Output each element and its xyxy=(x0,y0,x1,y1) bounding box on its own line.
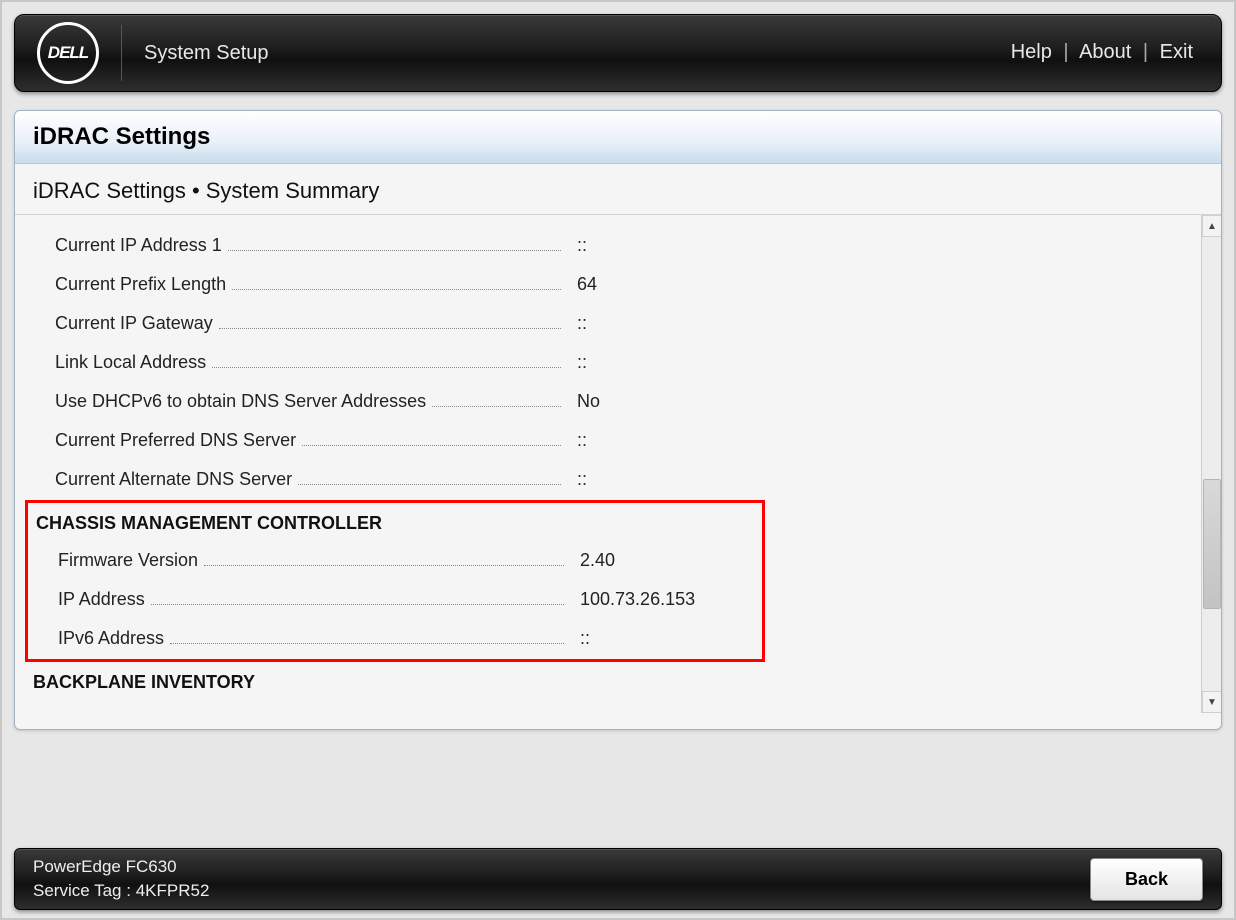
leader-icon xyxy=(232,272,561,290)
service-tag: Service Tag : 4KFPR52 xyxy=(33,879,209,903)
settings-list: Current IP Address 1 :: Current Prefix L… xyxy=(15,215,1201,713)
setting-value: :: xyxy=(567,313,1195,334)
app-root: DELL System Setup Help | About | Exit iD… xyxy=(0,0,1236,920)
vertical-scrollbar[interactable]: ▲ ▼ xyxy=(1201,215,1221,713)
setting-value: :: xyxy=(567,235,1195,256)
leader-icon xyxy=(432,389,561,407)
content-wrap: Current IP Address 1 :: Current Prefix L… xyxy=(15,215,1221,713)
setting-row: Current Preferred DNS Server :: xyxy=(25,420,1195,459)
model-name: PowerEdge FC630 xyxy=(33,855,209,879)
top-links: Help | About | Exit xyxy=(1011,41,1193,64)
footer-bar: PowerEdge FC630 Service Tag : 4KFPR52 Ba… xyxy=(14,848,1222,910)
setting-row: Firmware Version 2.40 xyxy=(28,540,762,579)
leader-icon xyxy=(212,350,561,368)
setting-value: :: xyxy=(567,469,1195,490)
setting-row: Current IP Gateway :: xyxy=(25,303,1195,342)
topbar-divider xyxy=(121,25,122,81)
setting-value: 64 xyxy=(567,274,1195,295)
setting-row: Current IP Address 1 :: xyxy=(25,225,1195,264)
setting-row: Current Prefix Length 64 xyxy=(25,264,1195,303)
page-title: iDRAC Settings xyxy=(15,111,1221,164)
setting-label: IPv6 Address xyxy=(58,628,164,649)
app-title: System Setup xyxy=(144,42,269,65)
back-button[interactable]: Back xyxy=(1090,858,1203,901)
setting-label: Link Local Address xyxy=(55,352,206,373)
scrollbar-thumb[interactable] xyxy=(1203,479,1221,609)
setting-label: IP Address xyxy=(58,589,145,610)
setting-row: Use DHCPv6 to obtain DNS Server Addresse… xyxy=(25,381,1195,420)
leader-icon xyxy=(170,626,564,644)
dell-logo-icon: DELL xyxy=(37,22,99,84)
setting-row: IP Address 100.73.26.153 xyxy=(28,579,762,618)
setting-row: Link Local Address :: xyxy=(25,342,1195,381)
about-link[interactable]: About xyxy=(1079,41,1131,63)
setting-label: Current Alternate DNS Server xyxy=(55,469,292,490)
setting-value: 100.73.26.153 xyxy=(570,589,762,610)
setting-value: No xyxy=(567,391,1195,412)
exit-link[interactable]: Exit xyxy=(1160,41,1193,63)
leader-icon xyxy=(204,548,564,566)
highlighted-section: CHASSIS MANAGEMENT CONTROLLER Firmware V… xyxy=(25,500,765,662)
breadcrumb: iDRAC Settings • System Summary xyxy=(15,164,1221,215)
main-card: iDRAC Settings iDRAC Settings • System S… xyxy=(14,110,1222,730)
setting-label: Current IP Address 1 xyxy=(55,235,222,256)
help-link[interactable]: Help xyxy=(1011,41,1052,63)
setting-row: Current Alternate DNS Server :: xyxy=(25,459,1195,498)
setting-label: Firmware Version xyxy=(58,550,198,571)
footer-info: PowerEdge FC630 Service Tag : 4KFPR52 xyxy=(33,855,209,903)
setting-label: Current Prefix Length xyxy=(55,274,226,295)
leader-icon xyxy=(298,467,561,485)
backplane-section-title: BACKPLANE INVENTORY xyxy=(25,664,1195,699)
setting-value: 2.40 xyxy=(570,550,762,571)
scroll-down-button[interactable]: ▼ xyxy=(1202,691,1222,713)
link-sep-icon: | xyxy=(1063,41,1068,63)
setting-value: :: xyxy=(570,628,762,649)
brand-text: DELL xyxy=(48,43,88,63)
leader-icon xyxy=(151,587,564,605)
setting-label: Use DHCPv6 to obtain DNS Server Addresse… xyxy=(55,391,426,412)
leader-icon xyxy=(302,428,561,446)
service-tag-value: 4KFPR52 xyxy=(136,881,210,900)
top-bar: DELL System Setup Help | About | Exit xyxy=(14,14,1222,92)
cmc-section-title: CHASSIS MANAGEMENT CONTROLLER xyxy=(28,505,762,540)
leader-icon xyxy=(228,233,561,251)
service-tag-label: Service Tag : xyxy=(33,881,131,900)
setting-value: :: xyxy=(567,352,1195,373)
setting-value: :: xyxy=(567,430,1195,451)
setting-label: Current Preferred DNS Server xyxy=(55,430,296,451)
setting-row: IPv6 Address :: xyxy=(28,618,762,657)
link-sep-icon: | xyxy=(1143,41,1148,63)
setting-label: Current IP Gateway xyxy=(55,313,213,334)
leader-icon xyxy=(219,311,561,329)
scroll-up-button[interactable]: ▲ xyxy=(1202,215,1222,237)
